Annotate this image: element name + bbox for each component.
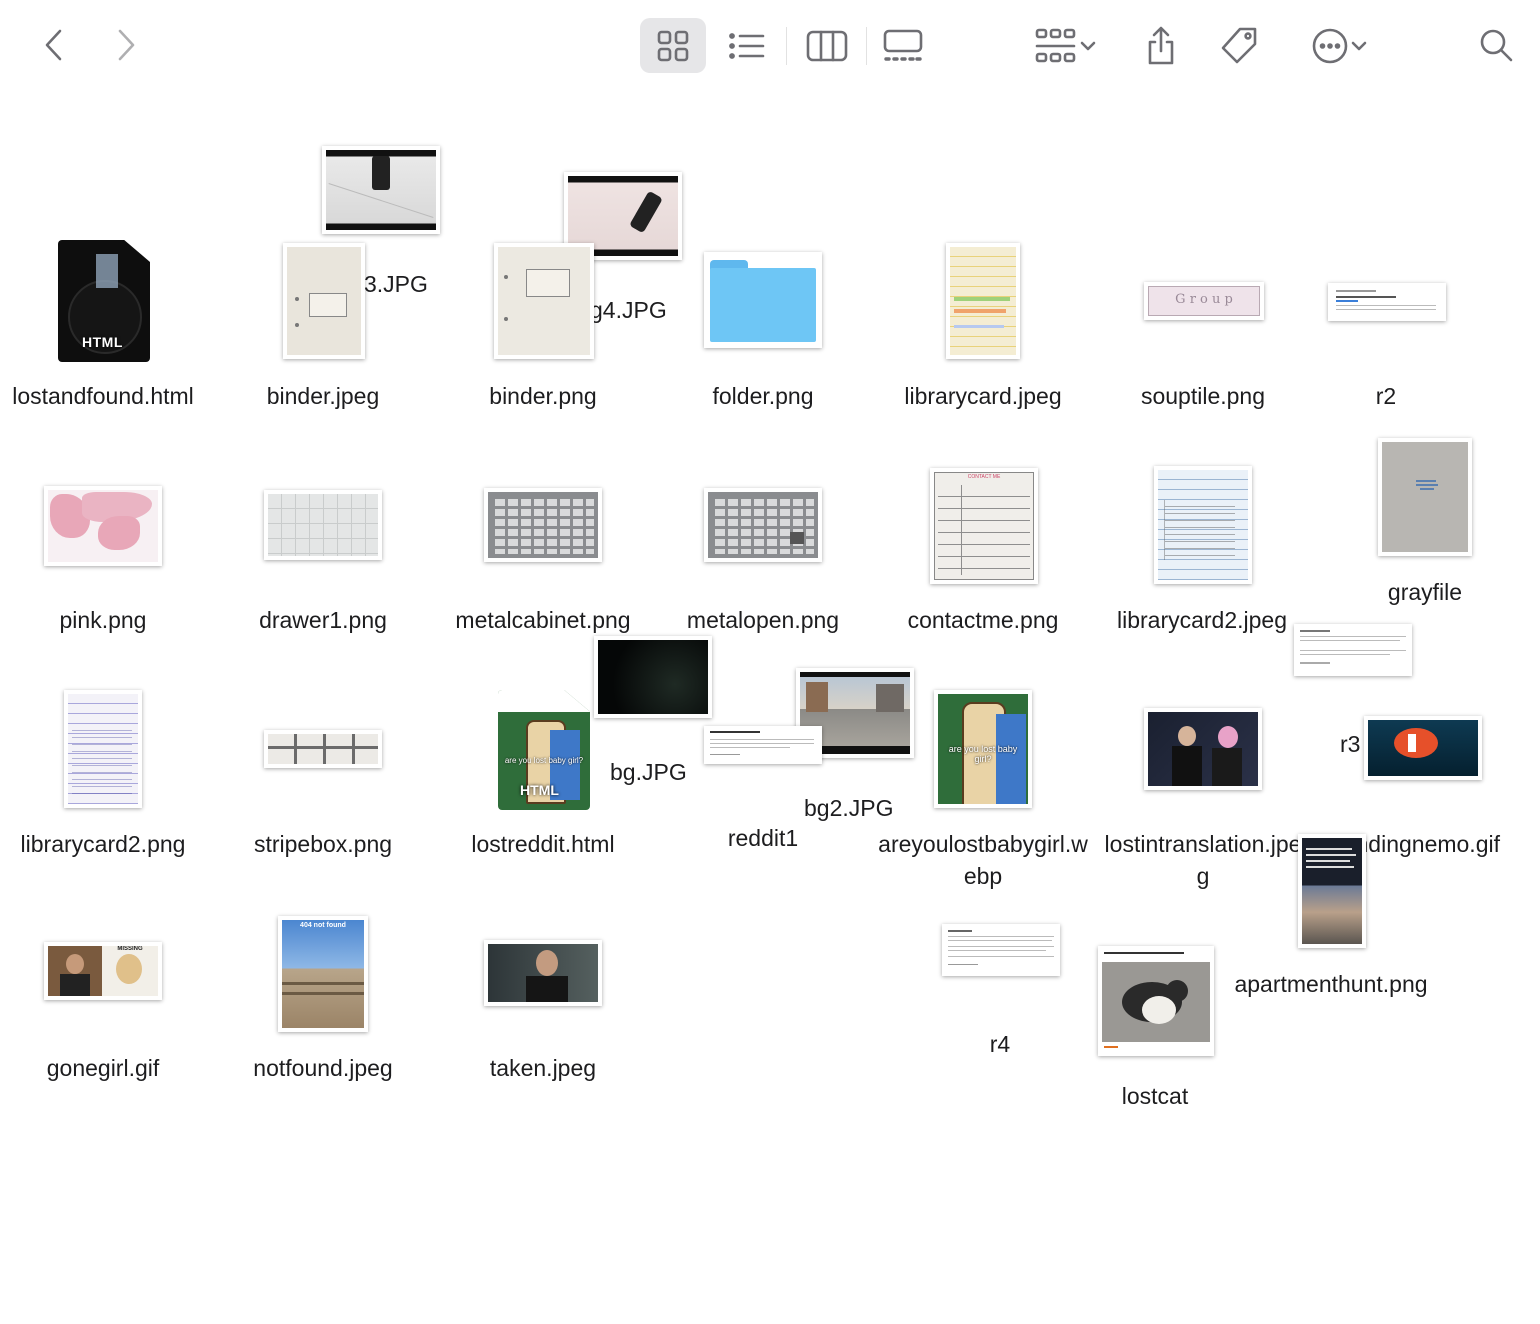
file-thumbnail-librarycard2-jpeg[interactable] [1154,466,1252,584]
file-label[interactable]: reddit1 [708,822,818,854]
file-thumbnail-gonegirl-gif[interactable]: MISSING [44,942,162,1000]
forward-icon[interactable] [106,24,146,66]
file-thumbnail-stripebox-png[interactable] [264,730,382,768]
file-label[interactable]: contactme.png [888,604,1078,636]
file-label[interactable]: lostandfound.html [0,380,206,412]
file-thumbnail-drawer1-png[interactable] [264,490,382,560]
chevron-down-icon [1080,41,1096,50]
file-label[interactable]: drawer1.png [228,604,418,636]
file-label[interactable]: r3 [1340,728,1360,760]
more-icon [1312,28,1348,63]
file-label[interactable]: metalopen.png [668,604,858,636]
gallery-view-button[interactable] [874,18,932,73]
file-thumbnail-binder-jpeg[interactable] [283,243,365,359]
file-label[interactable]: souptile.png [1108,380,1298,412]
file-label[interactable]: bg2.JPG [804,792,894,824]
file-label[interactable]: r2 [1346,380,1426,412]
gallery-icon [883,29,923,61]
file-label[interactable]: librarycard.jpeg [888,380,1078,412]
file-label[interactable]: grayfile [1348,576,1502,608]
grid-icon [657,30,689,61]
file-thumbnail-taken-jpeg[interactable] [484,940,602,1006]
file-thumbnail-r3-post[interactable] [1294,624,1412,676]
search-button[interactable] [1474,22,1518,68]
html-document-icon[interactable]: are you lost baby girl? HTML [498,690,590,810]
file-thumbnail-r4[interactable] [942,924,1060,976]
file-thumbnail-r2[interactable] [1328,283,1446,321]
file-label[interactable]: g4.JPG [590,294,667,326]
file-label[interactable]: metalcabinet.png [440,604,646,636]
file-label[interactable]: lostreddit.html [448,828,638,860]
html-badge: HTML [82,334,123,350]
file-thumbnail-bg-jpg[interactable] [594,636,712,718]
back-icon[interactable] [34,24,74,66]
file-thumbnail-souptile-png[interactable]: G r o u p [1144,282,1264,320]
share-icon [1148,26,1174,64]
tag-icon [1221,27,1257,63]
file-thumbnail-grayfile[interactable] [1378,438,1472,556]
file-thumbnail-pink-png[interactable] [44,486,162,566]
tag-button[interactable] [1214,18,1264,73]
file-label[interactable]: bg.JPG [610,756,687,788]
file-label[interactable]: pink.png [8,604,198,636]
file-label[interactable]: lostintranslation.jpeg [1104,828,1302,892]
file-label[interactable]: gonegirl.gif [8,1052,198,1084]
file-thumbnail-3-jpg[interactable] [322,146,440,234]
group-icon [1035,28,1076,62]
file-thumbnail-lostcat[interactable] [1098,946,1214,1056]
file-thumbnail-areyoulostbabygirl-webp[interactable]: are you lost baby girl? [934,690,1032,808]
file-thumbnail-lostintranslation-jpeg[interactable] [1144,708,1262,790]
file-label[interactable]: librarycard2.jpeg [1102,604,1302,636]
list-view-button[interactable] [718,18,776,73]
file-thumbnail-findingnemo-gif[interactable] [1364,716,1482,780]
file-label[interactable]: lostcat [1100,1080,1210,1112]
finder-toolbar [0,0,1540,92]
file-label[interactable]: stripebox.png [228,828,418,860]
file-thumbnail-apartmenthunt-png[interactable] [1298,834,1366,948]
file-thumbnail-metalcabinet-png[interactable] [484,488,602,562]
group-by-button[interactable] [1024,18,1108,73]
file-label[interactable]: areyoulostbabygirl.webp [878,828,1088,892]
icon-view-button[interactable] [640,18,706,73]
file-thumbnail-folder-png[interactable] [704,252,822,348]
columns-icon [806,30,848,61]
file-label[interactable]: r4 [960,1028,1040,1060]
file-thumbnail-binder-png[interactable] [494,243,594,359]
column-view-button[interactable] [798,18,856,73]
file-label[interactable]: binder.jpeg [228,380,418,412]
file-thumbnail-librarycard2-png[interactable] [64,690,142,808]
file-label[interactable]: librarycard2.png [8,828,198,860]
file-label[interactable]: notfound.jpeg [228,1052,418,1084]
list-icon [729,32,765,59]
file-label[interactable]: taken.jpeg [448,1052,638,1084]
chevron-down-icon [1351,41,1367,50]
file-label[interactable]: binder.png [448,380,638,412]
file-label[interactable]: apartmenthunt.png [1226,968,1436,1000]
file-label[interactable]: 3.JPG [364,268,428,300]
share-button[interactable] [1138,18,1184,73]
file-thumbnail-metalopen-png[interactable] [704,488,822,562]
file-thumbnail-notfound-jpeg[interactable]: 404 not found [278,916,368,1032]
file-thumbnail-reddit1[interactable] [704,726,822,764]
more-actions-button[interactable] [1300,18,1380,73]
toolbar-separator [786,27,787,65]
html-document-icon[interactable]: HTML [58,240,150,362]
toolbar-separator [866,27,867,65]
file-label[interactable]: folder.png [668,380,858,412]
search-icon [1480,29,1513,62]
file-thumbnail-contactme-png[interactable]: CONTACT ME [930,468,1038,584]
file-thumbnail-librarycard-jpeg[interactable] [946,243,1020,359]
